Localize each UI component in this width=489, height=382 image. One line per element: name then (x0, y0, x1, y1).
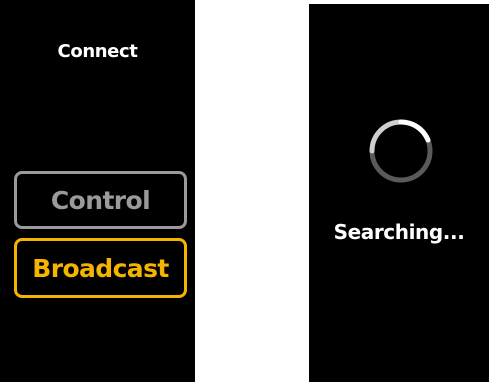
control-option-label: Control (50, 185, 151, 215)
broadcast-option-button[interactable]: Broadcast (14, 238, 187, 298)
connect-screen: Connect Control Broadcast (0, 0, 195, 382)
status-text: Searching... (333, 220, 465, 244)
broadcast-option-label: Broadcast (32, 253, 169, 283)
loading-spinner-icon (369, 119, 433, 183)
control-option-button[interactable]: Control (14, 171, 187, 229)
searching-screen: Searching... (309, 4, 489, 382)
screen-title: Connect (57, 41, 138, 62)
